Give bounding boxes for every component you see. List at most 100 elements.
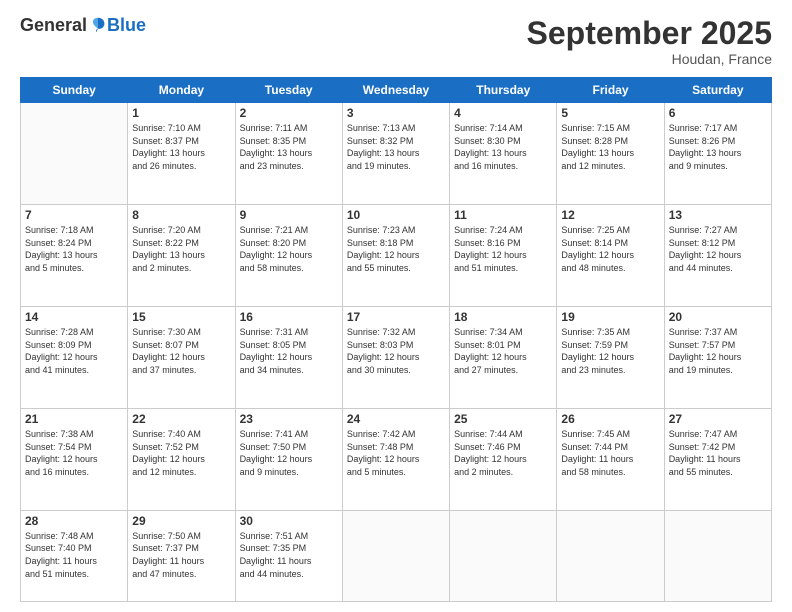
day-info: Sunrise: 7:47 AMSunset: 7:42 PMDaylight:… [669,428,767,478]
logo: General Blue [20,16,146,34]
day-info: Sunrise: 7:38 AMSunset: 7:54 PMDaylight:… [25,428,123,478]
day-number: 17 [347,310,445,324]
table-row [557,510,664,601]
header-sunday: Sunday [21,78,128,103]
day-info: Sunrise: 7:41 AMSunset: 7:50 PMDaylight:… [240,428,338,478]
day-number: 16 [240,310,338,324]
header-friday: Friday [557,78,664,103]
day-number: 12 [561,208,659,222]
day-info: Sunrise: 7:50 AMSunset: 7:37 PMDaylight:… [132,530,230,580]
day-info: Sunrise: 7:31 AMSunset: 8:05 PMDaylight:… [240,326,338,376]
day-number: 26 [561,412,659,426]
header-tuesday: Tuesday [235,78,342,103]
day-number: 2 [240,106,338,120]
day-number: 19 [561,310,659,324]
day-number: 1 [132,106,230,120]
day-number: 24 [347,412,445,426]
day-number: 3 [347,106,445,120]
table-row: 19 Sunrise: 7:35 AMSunset: 7:59 PMDayligh… [557,307,664,409]
day-number: 29 [132,514,230,528]
day-info: Sunrise: 7:18 AMSunset: 8:24 PMDaylight:… [25,224,123,274]
table-row: 10 Sunrise: 7:23 AMSunset: 8:18 PMDayligh… [342,205,449,307]
logo-bird-icon [89,16,107,34]
table-row [21,103,128,205]
day-number: 8 [132,208,230,222]
table-row: 16 Sunrise: 7:31 AMSunset: 8:05 PMDayligh… [235,307,342,409]
day-number: 14 [25,310,123,324]
title-block: September 2025 Houdan, France [527,16,772,67]
day-info: Sunrise: 7:11 AMSunset: 8:35 PMDaylight:… [240,122,338,172]
table-row [664,510,771,601]
day-number: 11 [454,208,552,222]
table-row: 3 Sunrise: 7:13 AMSunset: 8:32 PMDaylight… [342,103,449,205]
table-row: 23 Sunrise: 7:41 AMSunset: 7:50 PMDayligh… [235,408,342,510]
table-row: 22Sunrise: 7:40 AMSunset: 7:52 PMDayligh… [128,408,235,510]
day-number: 25 [454,412,552,426]
day-info: Sunrise: 7:32 AMSunset: 8:03 PMDaylight:… [347,326,445,376]
day-info: Sunrise: 7:21 AMSunset: 8:20 PMDaylight:… [240,224,338,274]
day-number: 30 [240,514,338,528]
day-number: 4 [454,106,552,120]
day-info: Sunrise: 7:15 AMSunset: 8:28 PMDaylight:… [561,122,659,172]
table-row: 13Sunrise: 7:27 AMSunset: 8:12 PMDayligh… [664,205,771,307]
day-number: 6 [669,106,767,120]
table-row: 7 Sunrise: 7:18 AMSunset: 8:24 PMDaylight… [21,205,128,307]
day-info: Sunrise: 7:37 AMSunset: 7:57 PMDaylight:… [669,326,767,376]
day-info: Sunrise: 7:35 AMSunset: 7:59 PMDaylight:… [561,326,659,376]
day-info: Sunrise: 7:42 AMSunset: 7:48 PMDaylight:… [347,428,445,478]
table-row: 17 Sunrise: 7:32 AMSunset: 8:03 PMDayligh… [342,307,449,409]
table-row: 4 Sunrise: 7:14 AMSunset: 8:30 PMDaylight… [450,103,557,205]
table-row: 8 Sunrise: 7:20 AMSunset: 8:22 PMDaylight… [128,205,235,307]
day-info: Sunrise: 7:45 AMSunset: 7:44 PMDaylight:… [561,428,659,478]
table-row: 27 Sunrise: 7:47 AMSunset: 7:42 PMDayligh… [664,408,771,510]
header: General Blue September 2025 Houdan, Fran… [20,16,772,67]
header-thursday: Thursday [450,78,557,103]
table-row: 5 Sunrise: 7:15 AMSunset: 8:28 PMDaylight… [557,103,664,205]
day-info: Sunrise: 7:14 AMSunset: 8:30 PMDaylight:… [454,122,552,172]
header-monday: Monday [128,78,235,103]
table-row [342,510,449,601]
day-number: 20 [669,310,767,324]
table-row: 30Sunrise: 7:51 AMSunset: 7:35 PMDayligh… [235,510,342,601]
day-number: 21 [25,412,123,426]
table-row: 2 Sunrise: 7:11 AMSunset: 8:35 PMDaylight… [235,103,342,205]
table-row: 28 Sunrise: 7:48 AMSunset: 7:40 PMDayligh… [21,510,128,601]
table-row: 25 Sunrise: 7:44 AMSunset: 7:46 PMDayligh… [450,408,557,510]
header-wednesday: Wednesday [342,78,449,103]
logo-text: General Blue [20,16,146,34]
table-row: 26 Sunrise: 7:45 AMSunset: 7:44 PMDayligh… [557,408,664,510]
page-subtitle: Houdan, France [527,51,772,67]
day-number: 5 [561,106,659,120]
day-number: 18 [454,310,552,324]
table-row: 11 Sunrise: 7:24 AMSunset: 8:16 PMDayligh… [450,205,557,307]
table-row: 18Sunrise: 7:34 AMSunset: 8:01 PMDayligh… [450,307,557,409]
logo-blue: Blue [107,16,146,34]
table-row: 9Sunrise: 7:21 AMSunset: 8:20 PMDaylight… [235,205,342,307]
table-row: 6 Sunrise: 7:17 AMSunset: 8:26 PMDaylight… [664,103,771,205]
day-number: 15 [132,310,230,324]
logo-general: General [20,16,87,34]
day-number: 27 [669,412,767,426]
day-info: Sunrise: 7:17 AMSunset: 8:26 PMDaylight:… [669,122,767,172]
table-row: 21 Sunrise: 7:38 AMSunset: 7:54 PMDayligh… [21,408,128,510]
calendar-table: Sunday Monday Tuesday Wednesday Thursday… [20,77,772,602]
day-info: Sunrise: 7:23 AMSunset: 8:18 PMDaylight:… [347,224,445,274]
day-info: Sunrise: 7:44 AMSunset: 7:46 PMDaylight:… [454,428,552,478]
table-row: 29 Sunrise: 7:50 AMSunset: 7:37 PMDayligh… [128,510,235,601]
day-number: 7 [25,208,123,222]
day-number: 10 [347,208,445,222]
day-info: Sunrise: 7:27 AMSunset: 8:12 PMDaylight:… [669,224,767,274]
day-info: Sunrise: 7:13 AMSunset: 8:32 PMDaylight:… [347,122,445,172]
table-row: 1Sunrise: 7:10 AMSunset: 8:37 PMDaylight… [128,103,235,205]
day-info: Sunrise: 7:48 AMSunset: 7:40 PMDaylight:… [25,530,123,580]
day-info: Sunrise: 7:25 AMSunset: 8:14 PMDaylight:… [561,224,659,274]
table-row: 12 Sunrise: 7:25 AMSunset: 8:14 PMDayligh… [557,205,664,307]
table-row: 14Sunrise: 7:28 AMSunset: 8:09 PMDayligh… [21,307,128,409]
page-title: September 2025 [527,16,772,51]
day-number: 28 [25,514,123,528]
page: General Blue September 2025 Houdan, Fran… [0,0,792,612]
day-info: Sunrise: 7:20 AMSunset: 8:22 PMDaylight:… [132,224,230,274]
table-row: 20 Sunrise: 7:37 AMSunset: 7:57 PMDayligh… [664,307,771,409]
day-info: Sunrise: 7:24 AMSunset: 8:16 PMDaylight:… [454,224,552,274]
day-number: 23 [240,412,338,426]
